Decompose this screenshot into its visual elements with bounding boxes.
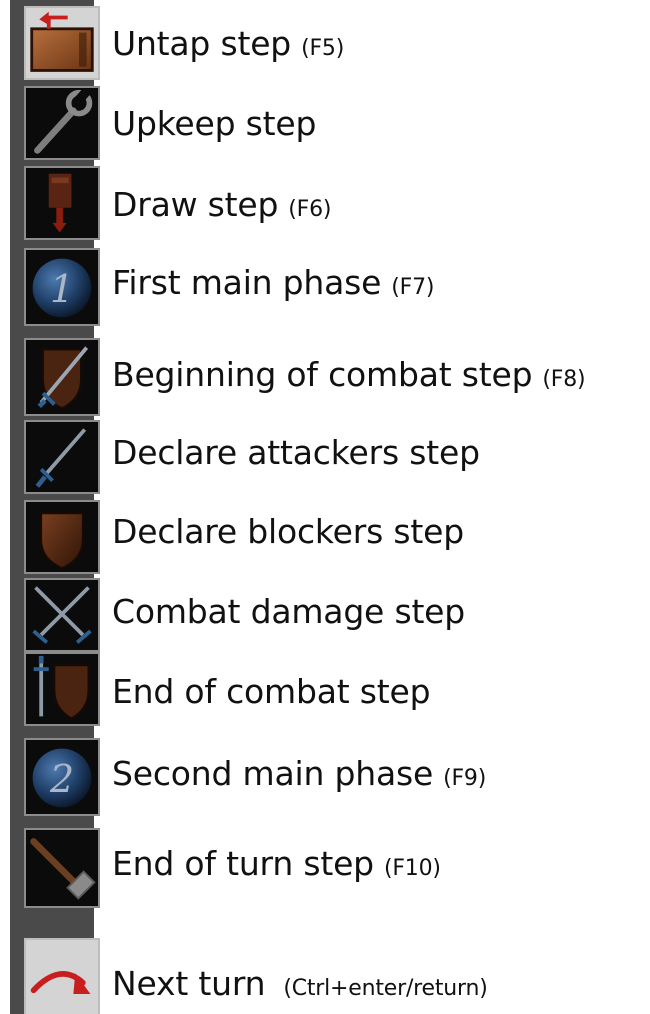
number-two-orb-icon: 2 [32,748,92,808]
first-main-phase-label: First main phase [112,263,382,302]
beginning-of-combat-row: Beginning of combat step (F8) [112,355,586,400]
end-of-combat-label: End of combat step [112,672,431,711]
first-main-phase-button[interactable]: 1 [24,248,100,326]
declare-attackers-row: Declare attackers step [112,433,480,473]
end-of-turn-step-button[interactable] [24,828,100,908]
declare-blockers-row: Declare blockers step [112,512,464,552]
untap-step-shortcut: (F5) [301,36,345,61]
draw-step-shortcut: (F6) [288,197,332,222]
beginning-of-combat-shortcut: (F8) [542,367,586,392]
next-turn-label: Next turn [112,964,266,1003]
hammer-icon [30,838,96,900]
sword-icon [35,428,87,488]
shield-sword-icon [37,346,89,410]
first-main-phase-shortcut: (F7) [391,275,435,300]
draw-step-label: Draw step [112,185,279,224]
draw-card-icon [48,173,72,233]
end-of-turn-shortcut: (F10) [383,856,441,881]
crossed-swords-icon [32,586,92,644]
draw-step-row: Draw step (F6) [112,185,331,230]
combat-damage-row: Combat damage step [112,592,465,632]
shield-icon [40,512,84,570]
second-main-phase-shortcut: (F9) [443,766,487,791]
end-of-turn-label: End of turn step [112,844,374,883]
orb-number-two: 2 [49,757,74,801]
beginning-of-combat-step-button[interactable] [24,338,100,416]
first-main-phase-row: First main phase (F7) [112,263,434,308]
combat-damage-step-button[interactable] [24,578,100,652]
sword-and-shield-icon [33,655,90,720]
upkeep-step-label: Upkeep step [112,104,317,143]
second-main-phase-row: Second main phase (F9) [112,754,486,799]
next-turn-shortcut: (Ctrl+enter/return) [283,976,488,1001]
end-of-turn-row: End of turn step (F10) [112,844,441,889]
declare-attackers-step-button[interactable] [24,420,100,494]
declare-blockers-step-button[interactable] [24,500,100,574]
end-of-combat-row: End of combat step [112,672,431,712]
beginning-of-combat-label: Beginning of combat step [112,355,533,394]
phase-toolbar: 1 2 [10,0,100,1014]
combat-damage-label: Combat damage step [112,592,466,631]
upkeep-step-row: Upkeep step [112,104,316,144]
next-turn-row: Next turn (Ctrl+enter/return) [112,964,488,1009]
upkeep-step-button[interactable] [24,86,100,160]
second-main-phase-button[interactable]: 2 [24,738,100,816]
orb-number-one: 1 [50,267,74,311]
end-of-combat-step-button[interactable] [24,652,100,726]
phase-bar-legend: 1 2 Untap step (F5) Upkeep step Draw ste… [0,0,650,1014]
untap-icon [30,11,94,72]
next-turn-button[interactable] [24,938,100,1014]
number-one-orb-icon: 1 [32,258,92,318]
untap-step-button[interactable] [24,6,100,80]
declare-attackers-label: Declare attackers step [112,433,480,472]
wrench-icon [34,88,93,154]
curved-arrow-icon [30,971,91,995]
untap-step-label: Untap step [112,24,292,63]
second-main-phase-label: Second main phase [112,754,434,793]
declare-blockers-label: Declare blockers step [112,512,465,551]
untap-step-row: Untap step (F5) [112,24,344,69]
draw-step-button[interactable] [24,166,100,240]
